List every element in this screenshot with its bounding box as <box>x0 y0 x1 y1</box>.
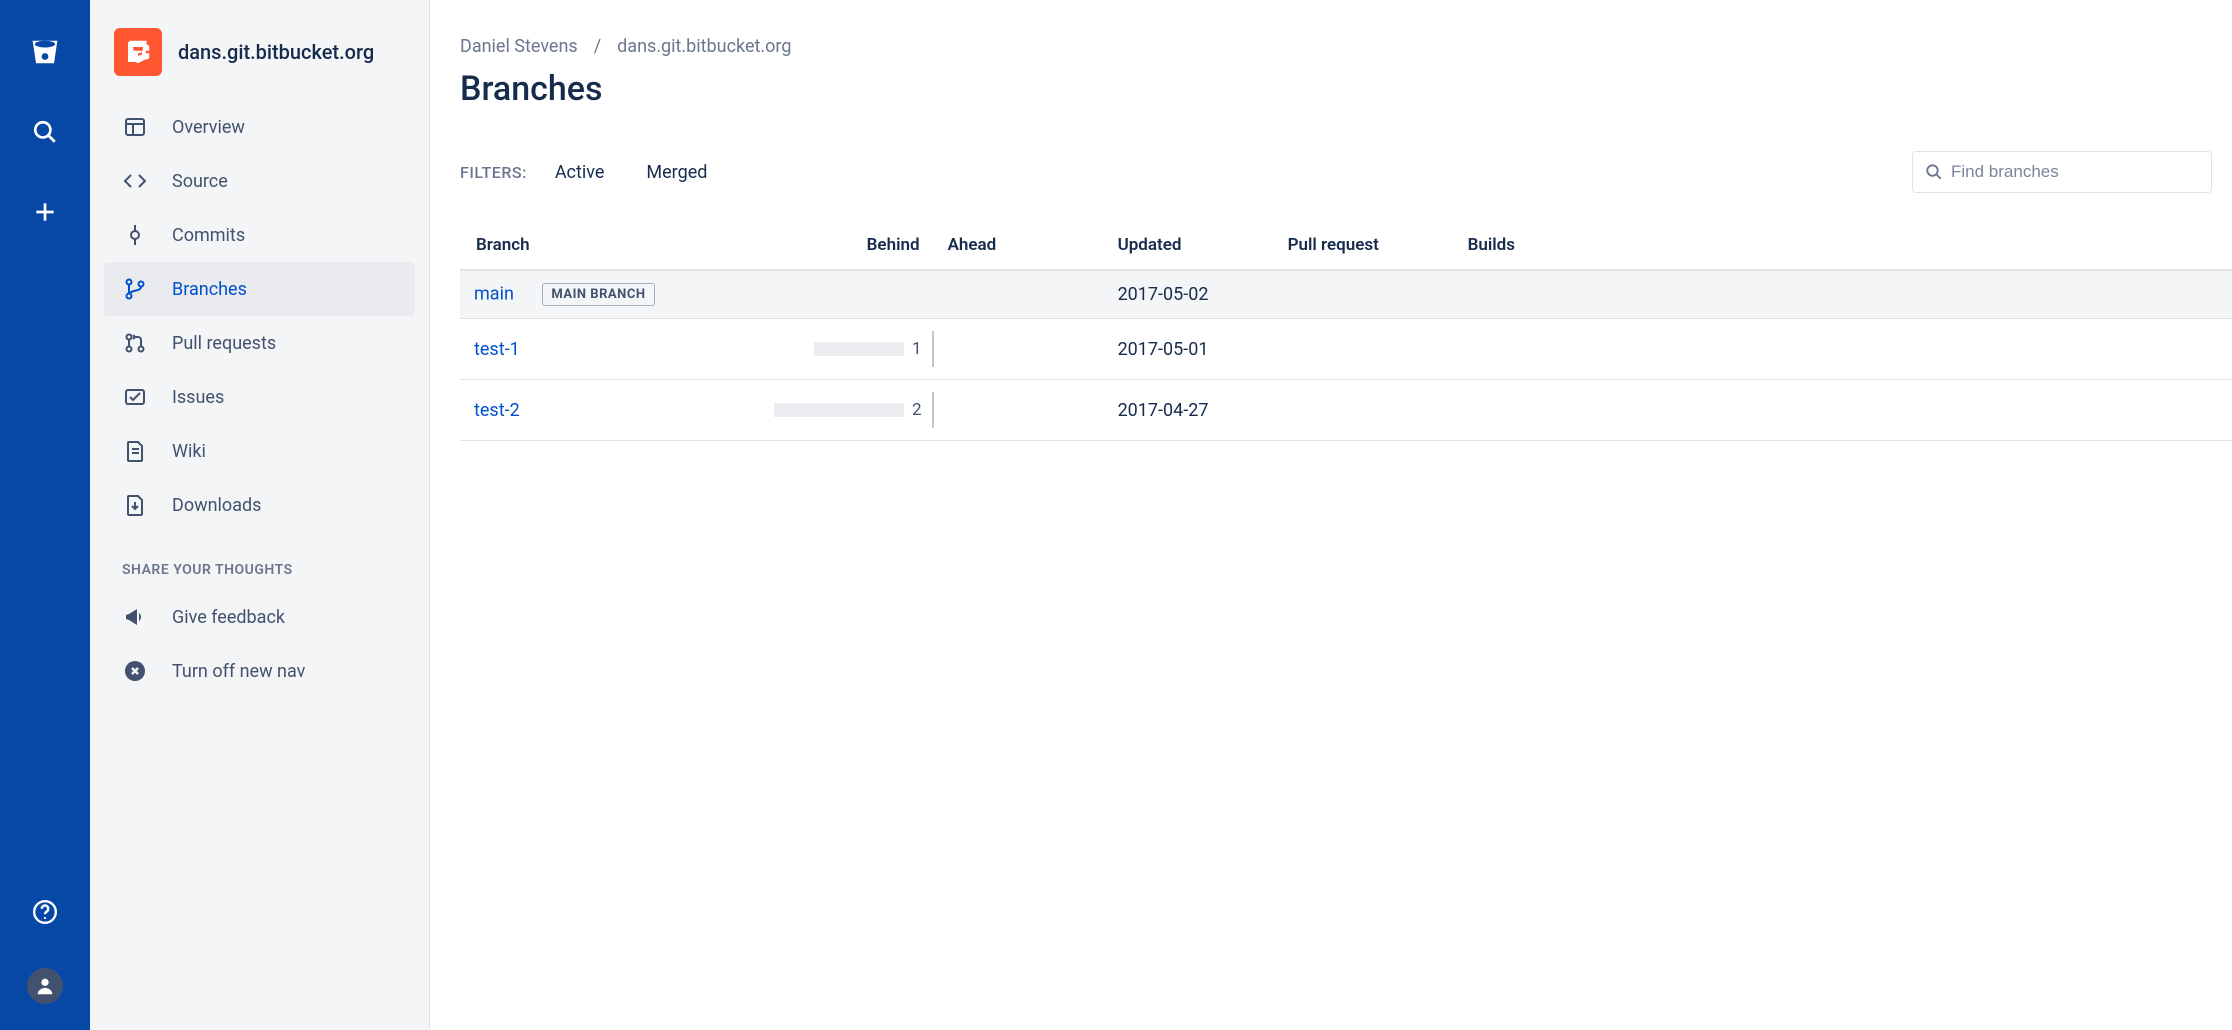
sidebar-item-turn-off-nav[interactable]: Turn off new nav <box>104 644 415 698</box>
behind-bar <box>774 403 904 417</box>
table-row[interactable]: main MAIN BRANCH 2017-05-02 <box>460 270 2232 319</box>
wiki-icon <box>122 438 148 464</box>
downloads-icon <box>122 492 148 518</box>
global-search-button[interactable] <box>21 108 69 156</box>
commits-icon <box>122 222 148 248</box>
sidebar-section-title: SHARE YOUR THOUGHTS <box>90 532 429 590</box>
column-branch[interactable]: Branch <box>460 221 760 270</box>
filters-label: FILTERS: <box>460 163 527 182</box>
branch-link[interactable]: main <box>474 283 514 304</box>
column-ahead[interactable]: Ahead <box>934 221 1104 270</box>
column-pull-request[interactable]: Pull request <box>1274 221 1454 270</box>
source-icon <box>122 168 148 194</box>
behind-bar <box>814 342 904 356</box>
issues-icon <box>122 384 148 410</box>
breadcrumb-separator: / <box>594 36 601 57</box>
sidebar: dans.git.bitbucket.org Overview Source <box>90 0 430 1030</box>
filters-row: FILTERS: Active Merged <box>460 151 2232 193</box>
close-circle-icon <box>122 658 148 684</box>
sidebar-item-label: Source <box>172 171 397 192</box>
sidebar-item-label: Downloads <box>172 495 397 516</box>
find-branches-input[interactable] <box>1951 162 2199 182</box>
updated-cell: 2017-05-01 <box>1104 319 1274 380</box>
branch-link[interactable]: test-2 <box>474 400 520 421</box>
behind-count: 1 <box>912 339 922 359</box>
sidebar-item-commits[interactable]: Commits <box>104 208 415 262</box>
user-avatar-button[interactable] <box>27 968 63 1004</box>
sidebar-item-label: Overview <box>172 117 397 138</box>
sidebar-item-label: Turn off new nav <box>172 661 397 682</box>
branches-icon <box>122 276 148 302</box>
table-row[interactable]: test-1 1 2017-05-01 <box>460 319 2232 380</box>
branches-table: Branch Behind Ahead Updated Pull request… <box>460 221 2232 441</box>
sidebar-item-issues[interactable]: Issues <box>104 370 415 424</box>
sidebar-item-label: Commits <box>172 225 397 246</box>
global-create-button[interactable] <box>21 188 69 236</box>
find-branches-search[interactable] <box>1912 151 2212 193</box>
sidebar-item-branches[interactable]: Branches <box>104 262 415 316</box>
bitbucket-logo[interactable] <box>21 28 69 76</box>
breadcrumb-owner[interactable]: Daniel Stevens <box>460 36 578 57</box>
sidebar-footer-nav: Give feedback Turn off new nav <box>90 590 429 698</box>
sidebar-item-label: Wiki <box>172 441 397 462</box>
sidebar-item-label: Issues <box>172 387 397 408</box>
branches-tbody: main MAIN BRANCH 2017-05-02 test-1 1 <box>460 270 2232 441</box>
sidebar-nav: Overview Source Commits <box>90 100 429 532</box>
updated-cell: 2017-04-27 <box>1104 380 1274 441</box>
search-icon <box>1925 163 1943 181</box>
table-row[interactable]: test-2 2 2017-04-27 <box>460 380 2232 441</box>
breadcrumb-repo[interactable]: dans.git.bitbucket.org <box>617 36 791 57</box>
sidebar-item-label: Branches <box>172 279 397 300</box>
updated-cell: 2017-05-02 <box>1104 270 1274 319</box>
behind-cell: 1 <box>760 319 934 380</box>
repo-badge-icon <box>114 28 162 76</box>
sidebar-item-overview[interactable]: Overview <box>104 100 415 154</box>
behind-count: 2 <box>912 400 922 420</box>
overview-icon <box>122 114 148 140</box>
pull-requests-icon <box>122 330 148 356</box>
sidebar-item-downloads[interactable]: Downloads <box>104 478 415 532</box>
branch-link[interactable]: test-1 <box>474 339 520 360</box>
feedback-icon <box>122 604 148 630</box>
filter-tab-merged[interactable]: Merged <box>646 162 707 183</box>
repo-name[interactable]: dans.git.bitbucket.org <box>178 40 374 64</box>
sidebar-item-label: Pull requests <box>172 333 397 354</box>
global-rail <box>0 0 90 1030</box>
main-branch-badge: MAIN BRANCH <box>542 283 654 306</box>
sidebar-item-pull-requests[interactable]: Pull requests <box>104 316 415 370</box>
sidebar-item-label: Give feedback <box>172 607 397 628</box>
column-behind[interactable]: Behind <box>760 221 934 270</box>
column-builds[interactable]: Builds <box>1454 221 2232 270</box>
sidebar-item-wiki[interactable]: Wiki <box>104 424 415 478</box>
main-content: Daniel Stevens / dans.git.bitbucket.org … <box>430 0 2232 1030</box>
column-updated[interactable]: Updated <box>1104 221 1274 270</box>
help-button[interactable] <box>21 888 69 936</box>
sidebar-item-feedback[interactable]: Give feedback <box>104 590 415 644</box>
breadcrumb: Daniel Stevens / dans.git.bitbucket.org <box>460 36 2232 57</box>
repo-header: dans.git.bitbucket.org <box>90 28 429 100</box>
behind-cell: 2 <box>760 380 934 441</box>
filter-tab-active[interactable]: Active <box>555 162 605 183</box>
page-title: Branches <box>460 69 2232 109</box>
sidebar-item-source[interactable]: Source <box>104 154 415 208</box>
table-header-row: Branch Behind Ahead Updated Pull request… <box>460 221 2232 270</box>
